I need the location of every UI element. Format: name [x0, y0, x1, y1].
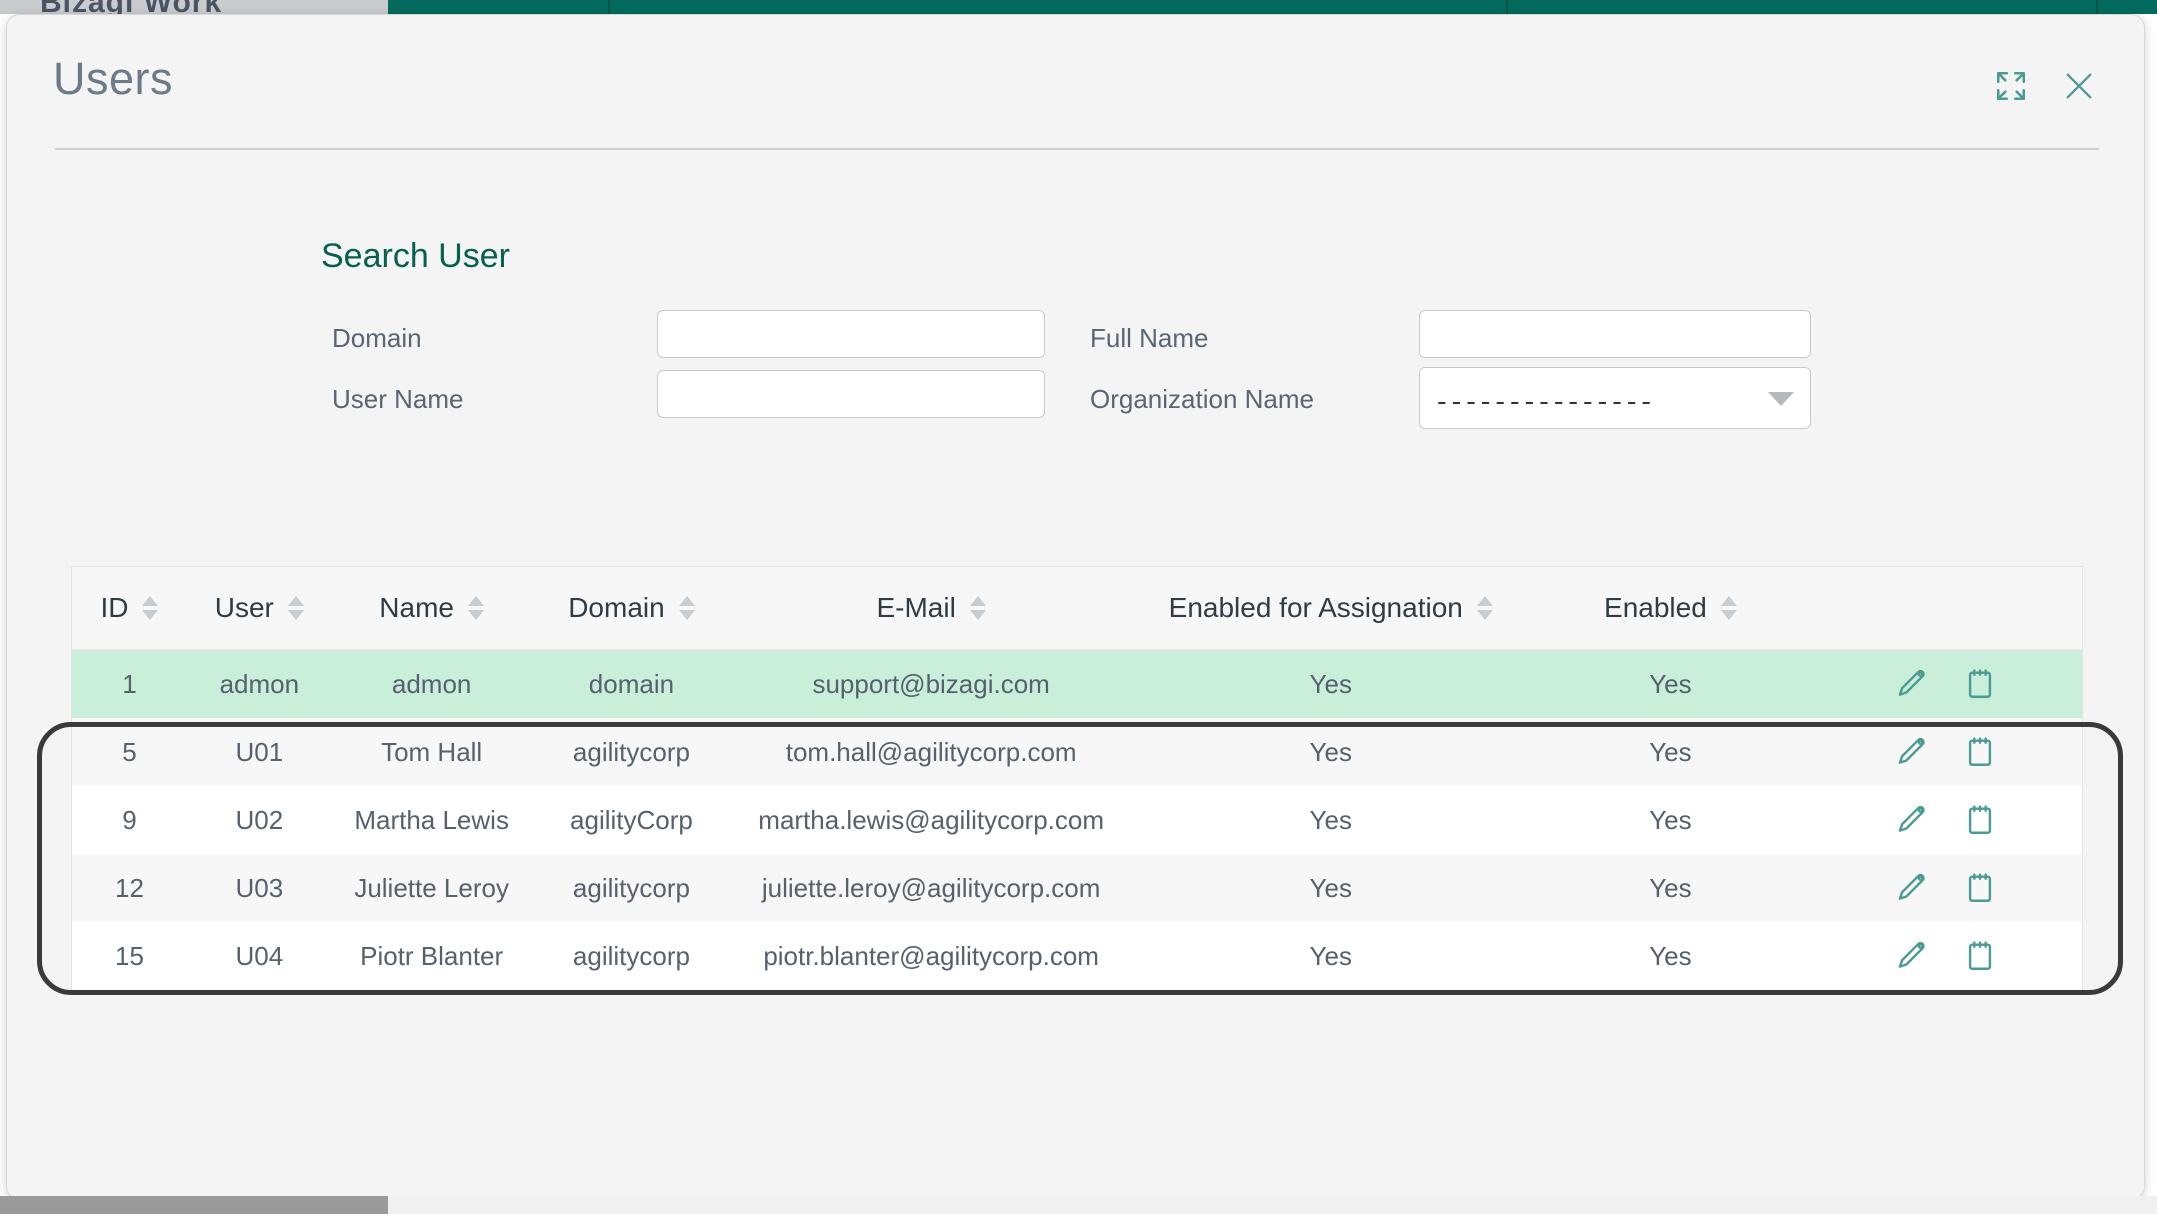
modal-header-actions — [1994, 69, 2096, 103]
sort-arrows-icon[interactable] — [1476, 596, 1493, 620]
page-title: Users — [53, 53, 174, 104]
cell-email: support@bizagi.com — [812, 668, 1050, 699]
row-actions — [1810, 667, 2082, 701]
cell-email: juliette.leroy@agilitycorp.com — [761, 872, 1101, 903]
table-header-id[interactable]: ID — [72, 592, 187, 624]
full-name-label: Full Name — [1090, 323, 1209, 353]
table-header-label: Enabled — [1604, 592, 1707, 623]
cell-assignation: Yes — [1309, 668, 1352, 699]
table-header-user[interactable]: User — [187, 592, 332, 624]
cell-enabled: Yes — [1649, 940, 1692, 971]
chevron-down-icon — [1768, 392, 1794, 406]
users-table: ID User Name Domain E-Mail Enabled for Assign… — [71, 566, 2083, 991]
header-divider — [55, 148, 2099, 150]
cell-assignation: Yes — [1309, 940, 1352, 971]
table-row[interactable]: 1 admon admon domain support@bizagi.com Yes Ye… — [72, 650, 2082, 718]
cell-enabled: Yes — [1649, 804, 1692, 835]
cell-domain: agilitycorp — [572, 736, 690, 767]
table-row[interactable]: 15 U04 Piotr Blanter agilitycorp piotr.blant… — [72, 922, 2082, 990]
cell-name: Martha Lewis — [354, 804, 509, 835]
sort-arrows-icon[interactable] — [678, 596, 695, 620]
pencil-icon[interactable] — [1895, 667, 1929, 701]
cell-assignation: Yes — [1309, 804, 1352, 835]
cell-name: Juliette Leroy — [354, 872, 509, 903]
row-actions — [1810, 735, 2082, 769]
pencil-icon[interactable] — [1895, 803, 1929, 837]
cell-id: 15 — [114, 940, 144, 971]
table-header-label: E-Mail — [876, 592, 956, 623]
cell-id: 12 — [114, 872, 144, 903]
cell-enabled: Yes — [1649, 668, 1692, 699]
table-header-row: ID User Name Domain E-Mail Enabled for Assign… — [72, 567, 2082, 650]
cell-assignation: Yes — [1309, 872, 1352, 903]
table-header-label: Domain — [568, 592, 665, 623]
clipboard-icon[interactable] — [1963, 871, 1997, 905]
table-header-label: Enabled for Assignation — [1168, 592, 1463, 623]
cell-user: U02 — [235, 804, 284, 835]
clipboard-icon[interactable] — [1963, 803, 1997, 837]
user-name-input[interactable] — [657, 370, 1045, 418]
clipboard-icon[interactable] — [1963, 735, 1997, 769]
table-row[interactable]: 12 U03 Juliette Leroy agilitycorp juliette.l… — [72, 854, 2082, 922]
cell-id: 9 — [122, 804, 137, 835]
table-header-label: ID — [100, 592, 129, 623]
cell-user: U01 — [235, 736, 284, 767]
organization-name-selected-value: --------------- — [1434, 388, 1654, 418]
organization-name-label: Organization Name — [1090, 384, 1314, 414]
horizontal-scrollbar-thumb[interactable] — [0, 1196, 388, 1214]
row-actions — [1810, 803, 2082, 837]
table-header-label: Name — [379, 592, 454, 623]
table-header-assignation[interactable]: Enabled for Assignation — [1131, 592, 1531, 624]
domain-input[interactable] — [657, 310, 1045, 358]
table-body: 1 admon admon domain support@bizagi.com Yes Ye… — [72, 650, 2082, 990]
clipboard-icon[interactable] — [1963, 667, 1997, 701]
table-header-name[interactable]: Name — [332, 592, 532, 624]
pencil-icon[interactable] — [1895, 871, 1929, 905]
cell-name: admon — [391, 668, 472, 699]
user-name-label: User Name — [332, 384, 464, 414]
sort-arrows-icon[interactable] — [468, 596, 484, 620]
full-name-input[interactable] — [1419, 310, 1811, 358]
sort-arrows-icon[interactable] — [142, 596, 159, 620]
cell-email: tom.hall@agilitycorp.com — [785, 736, 1077, 767]
table-header-enabled[interactable]: Enabled — [1531, 592, 1811, 624]
row-actions — [1810, 939, 2082, 973]
pencil-icon[interactable] — [1895, 939, 1929, 973]
cell-user: admon — [219, 668, 300, 699]
cell-name: Piotr Blanter — [360, 940, 504, 971]
expand-icon[interactable] — [1994, 69, 2028, 103]
users-modal: Users Search User Domain User Name Full … — [6, 14, 2145, 1200]
cell-user: U03 — [235, 872, 284, 903]
cell-email: piotr.blanter@agilitycorp.com — [763, 940, 1099, 971]
cell-name: Tom Hall — [381, 736, 483, 767]
table-row[interactable]: 9 U02 Martha Lewis agilityCorp martha.lewis@… — [72, 786, 2082, 854]
cell-id: 5 — [122, 736, 137, 767]
cell-email: martha.lewis@agilitycorp.com — [758, 804, 1104, 835]
close-icon[interactable] — [2062, 69, 2096, 103]
cell-assignation: Yes — [1309, 736, 1352, 767]
horizontal-scrollbar[interactable] — [0, 1196, 2157, 1214]
cell-id: 1 — [122, 668, 137, 699]
sort-arrows-icon[interactable] — [287, 596, 304, 620]
cell-domain: agilitycorp — [572, 872, 690, 903]
table-header-domain[interactable]: Domain — [532, 592, 732, 624]
row-actions — [1810, 871, 2082, 905]
cell-domain: agilityCorp — [570, 804, 693, 835]
sort-arrows-icon[interactable] — [1720, 596, 1737, 620]
domain-label: Domain — [332, 323, 422, 353]
cell-domain: domain — [588, 668, 675, 699]
search-user-heading: Search User — [321, 237, 510, 275]
cell-enabled: Yes — [1649, 736, 1692, 767]
cell-user: U04 — [235, 940, 284, 971]
table-header-label: User — [214, 592, 274, 623]
organization-name-select[interactable]: --------------- — [1419, 367, 1811, 429]
modal-header: Users — [7, 15, 2144, 150]
table-header-email[interactable]: E-Mail — [731, 592, 1131, 624]
table-row[interactable]: 5 U01 Tom Hall agilitycorp tom.hall@agilityc… — [72, 718, 2082, 786]
clipboard-icon[interactable] — [1963, 939, 1997, 973]
pencil-icon[interactable] — [1895, 735, 1929, 769]
sort-arrows-icon[interactable] — [969, 596, 986, 620]
cell-enabled: Yes — [1649, 872, 1692, 903]
cell-domain: agilitycorp — [572, 940, 690, 971]
